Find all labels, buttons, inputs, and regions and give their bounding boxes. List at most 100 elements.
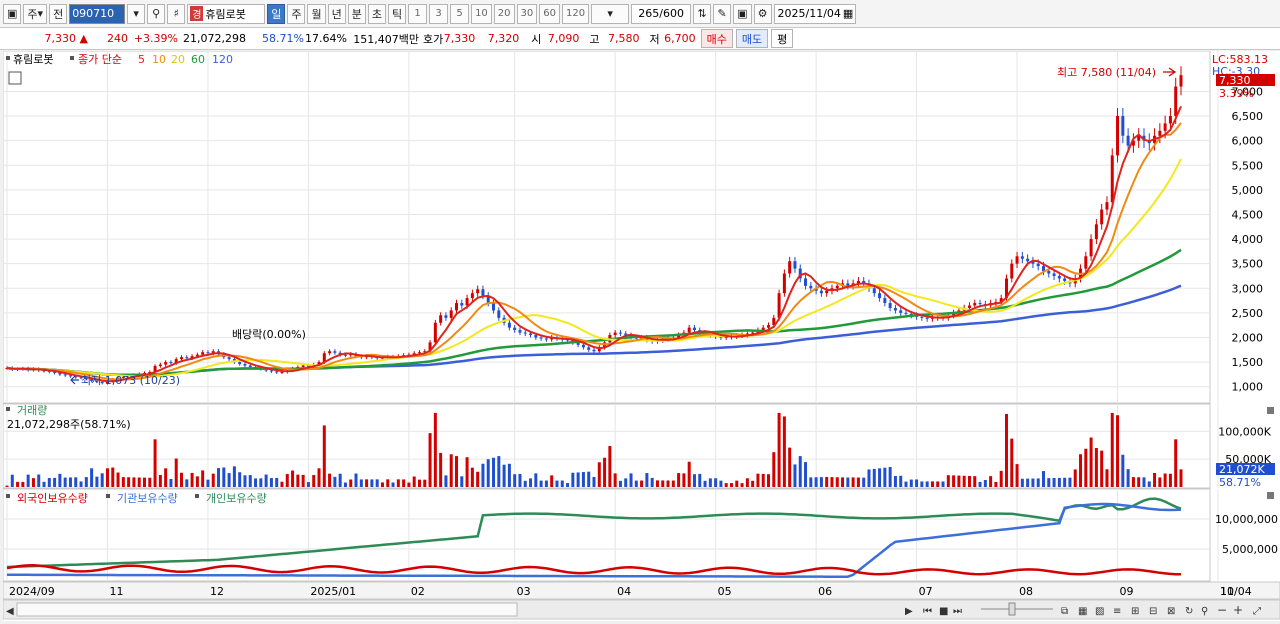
volume-bar — [148, 477, 152, 487]
volume-bar — [756, 473, 760, 487]
period-select[interactable]: 주 ▾ — [23, 3, 48, 24]
buy-button[interactable]: 매수 — [700, 29, 733, 48]
volume-bar — [671, 480, 675, 487]
min-annotation: 최저 1,073 (10/23) — [81, 374, 180, 387]
x-tick-label: 05 — [718, 585, 732, 598]
speaker-icon[interactable]: ♯ — [167, 3, 186, 24]
candle-body — [513, 327, 517, 331]
volume-bar — [862, 477, 866, 487]
minute-3[interactable]: 3 — [429, 3, 449, 24]
minute-20[interactable]: 20 — [493, 3, 515, 24]
grid-icon[interactable]: ▦ — [1078, 606, 1087, 617]
copy-icon[interactable]: ⧉ — [1061, 606, 1068, 617]
volume-bar — [539, 480, 543, 487]
minute-60[interactable]: 60 — [539, 3, 560, 24]
stock-name-box[interactable]: 경 휴림로봇 — [187, 3, 266, 24]
scroll-bar: ◀ ▶ ⏮ ■ ⏭ ⧉ ▦ ▨ ≡ ⊞ ⊟ ⊠ ↻ ⚲ − + ⤢ — [2, 599, 1280, 620]
candle-body — [539, 337, 543, 339]
zoom-slider-handle[interactable] — [1008, 602, 1016, 616]
candle-body — [1026, 258, 1030, 262]
tool-icon[interactable]: ≡ — [1113, 606, 1121, 617]
volume-bar — [365, 479, 369, 487]
zoom-in-icon[interactable]: + — [1233, 603, 1243, 617]
last-page-icon[interactable]: ⏭ — [953, 606, 962, 617]
volume-bar — [222, 467, 226, 487]
volume-bar — [1042, 471, 1046, 487]
minute-10[interactable]: 10 — [471, 3, 492, 24]
zoom-out-icon[interactable]: − — [1217, 603, 1227, 617]
refresh-icon[interactable]: ↻ — [1185, 606, 1193, 617]
volume-bar — [354, 473, 358, 487]
scroll-thumb[interactable] — [16, 602, 518, 617]
volume-bar — [893, 475, 897, 487]
chart-icon[interactable]: ▨ — [1095, 606, 1104, 617]
interval-minute[interactable]: 분 — [347, 3, 366, 24]
volume-bar — [846, 477, 850, 487]
minute-30[interactable]: 30 — [516, 3, 538, 24]
fullscreen-icon[interactable]: ⤢ — [1253, 606, 1261, 617]
volume-bar — [740, 483, 744, 487]
interval-day[interactable]: 일 — [267, 3, 286, 24]
interval-second[interactable]: 초 — [367, 3, 386, 24]
holding-panel-close-icon[interactable] — [1267, 492, 1274, 499]
candle-body — [835, 285, 839, 289]
eval-button[interactable]: 평 — [771, 29, 794, 48]
interval-month[interactable]: 월 — [307, 3, 326, 24]
volume-bar — [322, 425, 326, 487]
volume-bar — [285, 474, 289, 487]
minute-120[interactable]: 120 — [562, 3, 590, 24]
legend-marker — [195, 494, 199, 498]
candle-body — [1121, 116, 1125, 136]
interval-year[interactable]: 년 — [327, 3, 346, 24]
volume-bar — [904, 481, 908, 487]
stock-chart[interactable]: 1,000 1,500 2,000 2,500 3,000 3,500 4,000 4,500… — [2, 50, 1280, 621]
panel-toggle-icon[interactable] — [8, 71, 22, 85]
interval-tick[interactable]: 틱 — [387, 3, 407, 24]
drawing-tool-icon[interactable]: ✎ — [713, 3, 732, 24]
volume-bar — [555, 480, 559, 487]
x-tick-label: 2024/09 — [9, 585, 55, 598]
candle-body — [893, 307, 897, 311]
date-field[interactable]: 2025/11/04 ▦ — [773, 3, 856, 24]
volume-bar — [719, 480, 723, 487]
volume-bar — [407, 482, 411, 487]
search-icon[interactable]: ⚲ — [147, 3, 166, 24]
custom-interval-select[interactable]: ▾ — [591, 3, 630, 24]
volume-bar — [666, 480, 670, 487]
candle-body — [1015, 256, 1019, 264]
sell-button[interactable]: 매도 — [735, 29, 769, 48]
first-page-icon[interactable]: ⏮ — [923, 606, 932, 617]
ask-price: 7,330 — [443, 32, 476, 45]
volume-bar — [306, 482, 310, 487]
stop-icon[interactable]: ■ — [939, 606, 948, 617]
volume-bar — [470, 467, 474, 487]
zoom-search-icon[interactable]: ⚲ — [1201, 606, 1208, 617]
chart-area[interactable]: 1,000 1,500 2,000 2,500 3,000 3,500 4,000 4,500… — [2, 50, 1280, 621]
code-dropdown-icon[interactable]: ▾ — [127, 3, 146, 24]
volume-bar — [116, 472, 120, 487]
volume-bar — [608, 446, 612, 487]
calendar-icon[interactable]: ▦ — [843, 7, 853, 20]
stock-code-input[interactable] — [69, 3, 126, 24]
save-icon[interactable]: ▣ — [733, 3, 752, 24]
legend-stock-name: 휴림로봇 — [13, 53, 53, 66]
volume-bar — [946, 475, 950, 487]
minute-5[interactable]: 5 — [450, 3, 470, 24]
scroll-left-icon[interactable]: ◀ — [6, 606, 14, 617]
interval-week[interactable]: 주 — [287, 3, 306, 24]
volume-panel-close-icon[interactable] — [1267, 407, 1274, 414]
layout-icon[interactable]: ▣ — [3, 3, 22, 24]
scale-icon[interactable]: ⊞ — [1131, 606, 1139, 617]
price-axis: 1,000 1,500 2,000 2,500 3,000 3,500 4,000 4,500… — [1232, 85, 1264, 393]
measure-icon[interactable]: ⊟ — [1149, 606, 1157, 617]
format-icon[interactable]: ⊠ — [1167, 606, 1175, 617]
bar-count-box[interactable]: 265/600 — [631, 3, 692, 24]
candle-body — [587, 347, 591, 350]
minute-1[interactable]: 1 — [408, 3, 428, 24]
candle-type-icon[interactable]: ⇅ — [693, 3, 712, 24]
settings-icon[interactable]: ⚙ — [753, 3, 772, 24]
scroll-right-icon[interactable]: ▶ — [905, 606, 913, 617]
prev-button[interactable]: 전 — [49, 3, 68, 24]
volume-bar — [640, 480, 644, 487]
candle-body — [1063, 278, 1067, 281]
